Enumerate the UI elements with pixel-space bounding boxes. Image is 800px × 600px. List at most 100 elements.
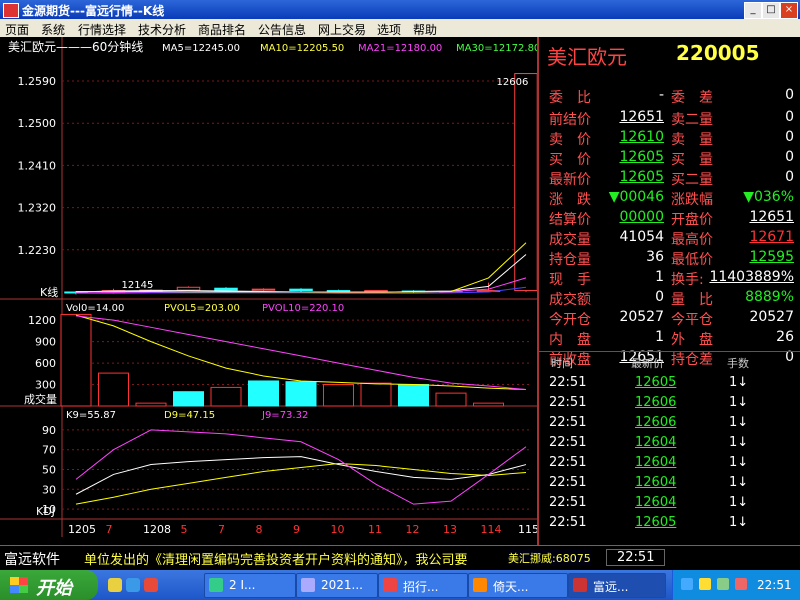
quote-label: 买 量 xyxy=(671,152,713,168)
tick-time: 22:51 xyxy=(549,415,587,430)
menu-bar: 页面 系统 行情选择 技术分析 商品排名 公告信息 网上交易 选项 帮助 xyxy=(0,19,800,38)
menu-item-online-trade[interactable]: 网上交易 xyxy=(318,21,366,38)
menu-item-page[interactable]: 页面 xyxy=(5,21,29,38)
quote-value: - xyxy=(658,87,664,103)
tick-time: 22:51 xyxy=(549,375,587,390)
menu-item-system[interactable]: 系统 xyxy=(41,21,65,38)
chart-title: 美汇欧元———60分钟线 xyxy=(8,39,143,54)
volume-bar xyxy=(135,402,167,407)
tick-row: 22:51 12604 1↓ xyxy=(539,433,800,453)
indicator-label: PVOL5=203.00 xyxy=(164,303,240,314)
x-tick-label: 5 xyxy=(181,523,188,536)
task-button-3[interactable]: 招行... xyxy=(378,573,468,598)
tick-qty: 1↓ xyxy=(729,435,749,450)
x-tick-label: 8 xyxy=(256,523,263,536)
volume-bar xyxy=(210,386,242,407)
x-tick-label: 7 xyxy=(106,523,113,536)
candle xyxy=(251,288,276,291)
maximize-button[interactable]: □ xyxy=(762,2,780,19)
quote-row: 成交额 0 量 比 8889% xyxy=(539,287,800,308)
chart-area[interactable]: 美汇欧元———60分钟线 MA5=12245.00 MA10=12205.50 MA2… xyxy=(0,37,537,545)
quote-value: 1 xyxy=(655,269,664,285)
task-button-4[interactable]: 倚天... xyxy=(468,573,568,598)
quote-label: 最低价 xyxy=(671,252,713,268)
system-tray: 22:51 xyxy=(672,570,800,600)
quote-value: 41054 xyxy=(619,229,664,245)
quote-value: 0 xyxy=(655,289,664,305)
quote-label: 前结价 xyxy=(549,112,591,128)
input-method-icon[interactable] xyxy=(717,578,729,590)
ticks-price-header: 最新价 xyxy=(631,357,664,370)
y-axis-label: K线 xyxy=(40,285,58,299)
quote-label: 结算价 xyxy=(549,212,591,228)
candle xyxy=(514,73,537,292)
tick-time: 22:51 xyxy=(549,395,587,410)
volume-bar xyxy=(323,384,354,407)
task-button-2[interactable]: 2021... xyxy=(296,573,378,598)
indicator-label: PVOL10=220.10 xyxy=(262,303,344,314)
quote-value: 12605 xyxy=(619,149,664,165)
menu-item-market-select[interactable]: 行情选择 xyxy=(78,21,126,38)
tick-price: 12606 xyxy=(635,415,677,430)
quote-value: 1 xyxy=(655,329,664,345)
volume-bar xyxy=(98,372,129,407)
quote-label: 成交量 xyxy=(549,232,591,248)
close-button[interactable]: × xyxy=(780,2,798,19)
quote-row: 买 价 12605 买 量 0 xyxy=(539,147,800,168)
quote-value: ▼036% xyxy=(743,189,794,205)
quote-row: 涨 跌 ▼00046 涨跌幅 ▼036% xyxy=(539,187,800,208)
quote-label: 卖 量 xyxy=(671,132,713,148)
quote-value: ▼00046 xyxy=(608,189,664,205)
menu-item-options[interactable]: 选项 xyxy=(377,21,401,38)
tick-price: 12606 xyxy=(635,395,677,410)
y-axis-label: 成交量 xyxy=(24,392,57,406)
tick-price: 12605 xyxy=(635,375,677,390)
task-button-1[interactable]: 2 I... xyxy=(204,573,296,598)
y-tick-label: 900 xyxy=(35,336,56,349)
volume-bar xyxy=(173,391,204,407)
security-icon[interactable] xyxy=(735,578,747,590)
menu-item-tech-analysis[interactable]: 技术分析 xyxy=(138,21,186,38)
minimize-button[interactable]: _ xyxy=(744,2,762,19)
volume-bar xyxy=(285,381,317,407)
task-button-5[interactable]: 富远... xyxy=(568,573,666,598)
volume-bar xyxy=(360,382,392,407)
tick-qty: 1↓ xyxy=(729,515,749,530)
tick-price: 12604 xyxy=(635,455,677,470)
media-icon[interactable] xyxy=(144,578,158,592)
menu-item-announcements[interactable]: 公告信息 xyxy=(258,21,306,38)
kline-chart[interactable]: 美汇欧元———60分钟线 MA5=12245.00 MA10=12205.50 MA2… xyxy=(0,37,537,545)
quote-row: 现 手 1 换手: 11403889% xyxy=(539,267,800,288)
x-tick-label: 10 xyxy=(331,523,345,536)
browser-icon xyxy=(473,578,487,592)
ie-icon[interactable] xyxy=(126,578,140,592)
quote-value: 8889% xyxy=(745,289,794,305)
brand-label: 富远软件 xyxy=(4,552,60,568)
desktop-icon[interactable] xyxy=(108,578,122,592)
quote-row: 前结价 12651 卖二量 0 xyxy=(539,107,800,128)
start-button[interactable]: 开始 xyxy=(0,570,98,600)
quote-label: 持仓量 xyxy=(549,252,591,268)
quote-row: 结算价 00000 开盘价 12651 xyxy=(539,207,800,228)
quote-label: 委 比 xyxy=(549,90,591,106)
tick-price: 12604 xyxy=(635,495,677,510)
quote-label: 量 比 xyxy=(671,292,713,308)
volume-icon[interactable] xyxy=(699,578,711,590)
quote-row: 卖 价 12610 卖 量 0 xyxy=(539,127,800,148)
quote-row: 前收盘 12651 持仓差 0 xyxy=(539,347,800,368)
network-icon[interactable] xyxy=(681,578,693,590)
tick-time: 22:51 xyxy=(549,435,587,450)
menu-item-ranking[interactable]: 商品排名 xyxy=(198,21,246,38)
candle xyxy=(176,286,201,291)
volume-bar xyxy=(435,392,467,407)
ticks-time-header: 时间 xyxy=(551,357,573,370)
y-axis-label: KDJ xyxy=(36,505,55,518)
quote-value: 00000 xyxy=(619,209,664,225)
quote-value: 36 xyxy=(646,249,664,265)
quote-label: 委 差 xyxy=(671,90,713,106)
news-ticker[interactable]: 单位发出的《清理闲置编码完善投资者开户资料的通知》，我公司要 xyxy=(84,549,504,568)
candle xyxy=(214,287,238,291)
y-tick-label: 300 xyxy=(35,379,56,392)
menu-item-help[interactable]: 帮助 xyxy=(413,21,437,38)
quote-label: 持仓差 xyxy=(671,352,713,368)
